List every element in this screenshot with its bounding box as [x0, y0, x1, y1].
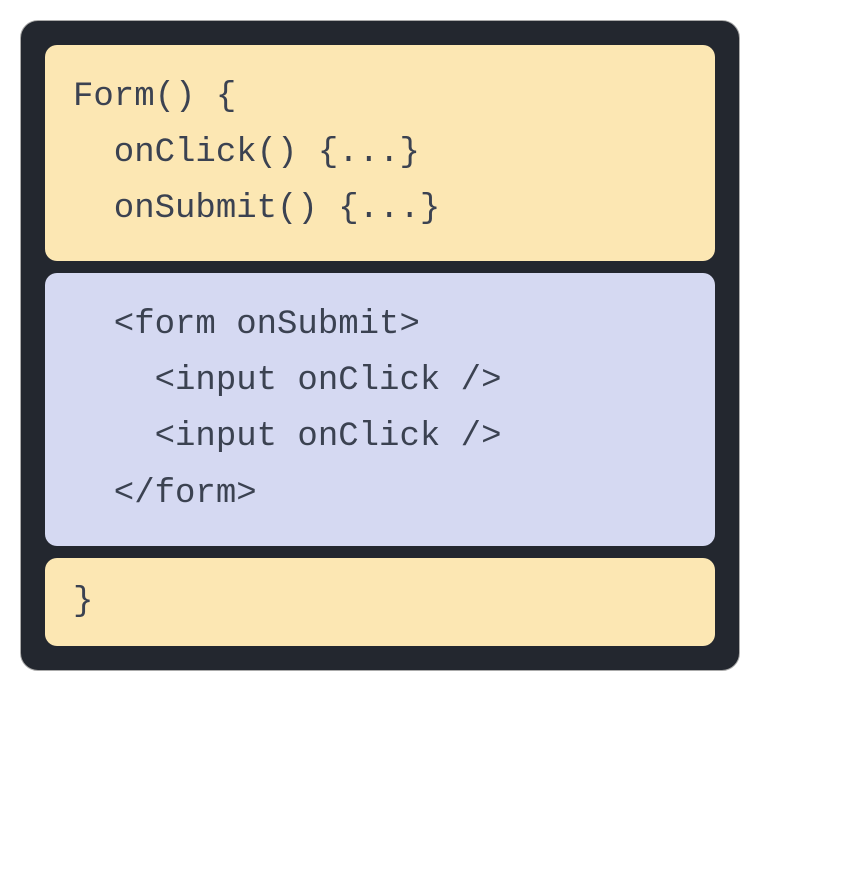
- diagram-container: Form() { onClick() {...} onSubmit() {...…: [20, 20, 740, 671]
- code-line: onSubmit() {...}: [73, 181, 687, 237]
- jsx-block: <form onSubmit> <input onClick /> <input…: [45, 273, 715, 545]
- js-block-bottom: }: [45, 558, 715, 646]
- code-line: </form>: [73, 466, 687, 522]
- code-line: onClick() {...}: [73, 125, 687, 181]
- code-line: <form onSubmit>: [73, 297, 687, 353]
- code-line: <input onClick />: [73, 409, 687, 465]
- code-line: <input onClick />: [73, 353, 687, 409]
- js-block-top: Form() { onClick() {...} onSubmit() {...…: [45, 45, 715, 261]
- code-line: }: [73, 574, 687, 630]
- code-line: Form() {: [73, 69, 687, 125]
